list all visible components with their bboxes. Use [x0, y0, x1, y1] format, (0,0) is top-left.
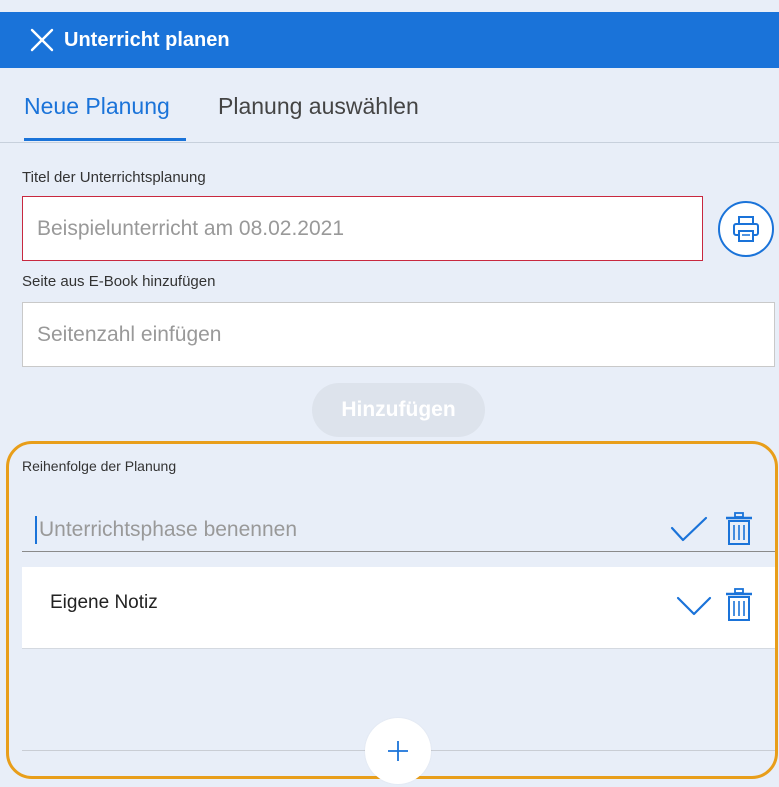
tab-neue-planung[interactable]: Neue Planung — [24, 93, 170, 120]
check-icon — [670, 516, 708, 542]
title-input-placeholder: Beispielunterricht am 08.02.2021 — [37, 216, 345, 240]
delete-item-button[interactable] — [725, 588, 753, 627]
tab-planung-auswaehlen[interactable]: Planung auswählen — [218, 93, 419, 120]
page-field-label: Seite aus E-Book hinzufügen — [22, 273, 216, 290]
list-item[interactable]: Eigene Notiz — [22, 567, 775, 649]
trash-icon — [726, 588, 752, 621]
phase-input-placeholder: Unterrichtsphase benennen — [39, 518, 298, 541]
printer-icon — [733, 216, 759, 242]
page-number-input[interactable]: Seitenzahl einfügen — [22, 302, 775, 367]
print-button[interactable] — [718, 201, 774, 257]
header-bar: Unterricht planen — [0, 12, 779, 68]
text-caret — [35, 516, 37, 544]
title-field-label: Titel der Unterrichtsplanung — [22, 169, 206, 186]
close-button[interactable] — [24, 22, 60, 58]
active-tab-indicator — [24, 138, 186, 141]
expand-item-button[interactable] — [676, 595, 712, 622]
phase-name-input[interactable]: Unterrichtsphase benennen — [22, 508, 775, 552]
list-item-label: Eigene Notiz — [50, 592, 158, 613]
confirm-phase-button[interactable] — [670, 516, 708, 549]
add-phase-button[interactable] — [365, 718, 431, 784]
page-input-placeholder: Seitenzahl einfügen — [37, 322, 222, 346]
close-icon — [30, 28, 54, 52]
page-title: Unterricht planen — [64, 28, 230, 51]
order-label: Reihenfolge der Planung — [22, 458, 177, 474]
plus-icon — [388, 741, 408, 761]
tab-bar: Neue Planung Planung auswählen — [0, 68, 779, 143]
delete-phase-button[interactable] — [725, 512, 753, 551]
chevron-down-icon — [676, 596, 712, 616]
trash-icon — [726, 512, 752, 545]
title-input[interactable]: Beispielunterricht am 08.02.2021 — [22, 196, 703, 261]
add-button[interactable]: Hinzufügen — [312, 383, 485, 437]
